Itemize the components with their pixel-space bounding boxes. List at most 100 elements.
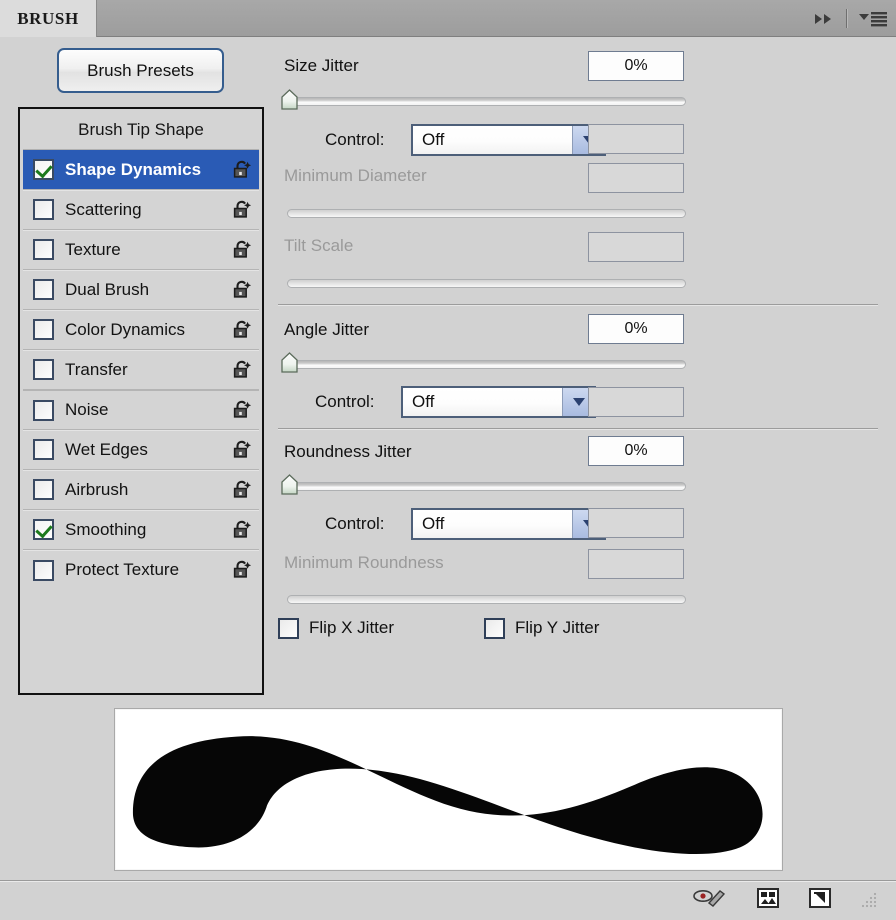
- brush-option-checkbox[interactable]: [33, 239, 54, 260]
- brush-option-row[interactable]: Texture: [23, 230, 259, 270]
- titlebar-controls: [813, 0, 888, 37]
- panel-titlebar: BRUSH: [0, 0, 896, 37]
- brush-option-row[interactable]: Wet Edges: [23, 430, 259, 470]
- size-jitter-slider-track[interactable]: [284, 97, 686, 106]
- brush-option-label: Transfer: [65, 359, 128, 379]
- flip-y-jitter-checkbox[interactable]: [484, 618, 505, 639]
- roundness-jitter-control-select[interactable]: Off: [411, 508, 606, 540]
- tilt-scale-label: Tilt Scale: [284, 236, 354, 255]
- brush-option-row[interactable]: Scattering: [23, 190, 259, 230]
- panel-bottom-bar: [0, 880, 896, 920]
- roundness-jitter-slider-thumb[interactable]: [281, 474, 298, 495]
- brush-option-checkbox[interactable]: [33, 359, 54, 380]
- minimum-diameter-value: [588, 163, 684, 193]
- toggle-live-tip-brush-preview-icon[interactable]: [693, 887, 727, 914]
- open-preset-manager-icon[interactable]: [757, 888, 779, 913]
- section-divider-1: [278, 304, 878, 305]
- brush-option-checkbox[interactable]: [33, 559, 54, 581]
- brush-option-row[interactable]: Color Dynamics: [23, 310, 259, 350]
- roundness-jitter-label: Roundness Jitter: [284, 442, 412, 461]
- brush-stroke-shape: [132, 736, 763, 855]
- brush-option-label: Dual Brush: [65, 279, 150, 299]
- tilt-scale-slider-track: [287, 279, 686, 288]
- roundness-jitter-slider-track[interactable]: [284, 482, 686, 491]
- flip-x-jitter-label: Flip X Jitter: [309, 618, 395, 637]
- brush-tip-shape-label: Brush Tip Shape: [78, 120, 204, 139]
- brush-option-label: Scattering: [65, 199, 142, 219]
- brush-option-row[interactable]: Airbrush: [23, 470, 259, 510]
- brush-option-row[interactable]: Transfer: [23, 350, 259, 390]
- resize-grip-icon[interactable]: [861, 892, 878, 909]
- brush-option-checkbox[interactable]: [33, 199, 54, 220]
- brush-tip-shape-row[interactable]: Brush Tip Shape: [23, 111, 259, 150]
- brush-option-row[interactable]: Shape Dynamics: [23, 150, 259, 190]
- unlocked-padlock-icon[interactable]: [232, 239, 253, 260]
- brush-option-checkbox[interactable]: [33, 519, 54, 540]
- unlocked-padlock-icon[interactable]: [232, 279, 253, 300]
- brush-option-label: Noise: [65, 400, 109, 419]
- bottom-bar-icons: [693, 887, 878, 914]
- unlocked-padlock-icon[interactable]: [232, 359, 253, 380]
- size-jitter-control-select[interactable]: Off: [411, 124, 606, 156]
- size-jitter-control-extra[interactable]: [588, 124, 684, 154]
- create-new-brush-icon[interactable]: [809, 888, 831, 913]
- brush-option-label: Protect Texture: [65, 560, 180, 579]
- brush-option-checkbox[interactable]: [33, 319, 54, 340]
- unlocked-padlock-icon[interactable]: [232, 439, 253, 460]
- size-jitter-slider-thumb[interactable]: [281, 89, 298, 110]
- brush-options-list: Brush Tip Shape Shape Dynamics Scattering…: [18, 107, 264, 695]
- roundness-jitter-value[interactable]: 0%: [588, 436, 684, 466]
- minimum-roundness-slider-track: [287, 595, 686, 604]
- brush-option-label: Smoothing: [65, 519, 147, 539]
- flip-y-jitter-label: Flip Y Jitter: [515, 618, 600, 637]
- brush-option-checkbox[interactable]: [33, 399, 54, 421]
- unlocked-padlock-icon[interactable]: [232, 319, 253, 340]
- angle-jitter-label: Angle Jitter: [284, 320, 370, 339]
- brush-option-checkbox[interactable]: [33, 479, 54, 500]
- minimum-roundness-label: Minimum Roundness: [284, 553, 444, 572]
- angle-jitter-slider-thumb[interactable]: [281, 352, 298, 373]
- brush-option-row[interactable]: Dual Brush: [23, 270, 259, 310]
- unlocked-padlock-icon[interactable]: [232, 400, 253, 421]
- minimum-diameter-label: Minimum Diameter: [284, 166, 427, 185]
- unlocked-padlock-icon[interactable]: [232, 479, 253, 500]
- brush-option-label: Wet Edges: [65, 439, 148, 459]
- roundness-jitter-control-value: Off: [422, 514, 445, 533]
- section-divider-2: [278, 428, 878, 429]
- brush-option-row[interactable]: Noise: [23, 390, 259, 430]
- brush-presets-button[interactable]: Brush Presets: [57, 48, 224, 93]
- brush-option-label: Airbrush: [65, 479, 129, 499]
- panel-menu-icon[interactable]: [858, 10, 888, 27]
- brush-option-checkbox[interactable]: [33, 439, 54, 460]
- brush-option-label: Color Dynamics: [65, 319, 185, 339]
- tab-brush[interactable]: BRUSH: [0, 0, 97, 37]
- brush-option-label: Shape Dynamics: [65, 159, 202, 179]
- angle-jitter-control-extra[interactable]: [588, 387, 684, 417]
- flip-x-jitter-checkbox[interactable]: [278, 618, 299, 639]
- brush-option-checkbox[interactable]: [33, 279, 54, 300]
- tab-brush-label: BRUSH: [17, 8, 79, 28]
- angle-jitter-slider-track[interactable]: [284, 360, 686, 369]
- brush-option-row[interactable]: Smoothing: [23, 510, 259, 550]
- roundness-jitter-control-label: Control:: [325, 514, 385, 533]
- unlocked-padlock-icon[interactable]: [232, 519, 253, 540]
- size-jitter-value[interactable]: 0%: [588, 51, 684, 81]
- brush-option-checkbox[interactable]: [33, 159, 54, 180]
- double-right-arrow-icon[interactable]: [813, 11, 835, 27]
- minimum-roundness-value: [588, 549, 684, 579]
- brush-option-row[interactable]: Protect Texture: [23, 550, 259, 590]
- unlocked-padlock-icon[interactable]: [232, 560, 253, 581]
- angle-jitter-value[interactable]: 0%: [588, 314, 684, 344]
- size-jitter-control-label: Control:: [325, 130, 385, 149]
- unlocked-padlock-icon[interactable]: [232, 199, 253, 220]
- brush-panel: BRUSH Brush Presets Brush Tip Shape Shap…: [0, 0, 896, 920]
- brush-presets-label: Brush Presets: [87, 60, 194, 80]
- roundness-jitter-control-extra[interactable]: [588, 508, 684, 538]
- minimum-diameter-slider-track: [287, 209, 686, 218]
- brush-stroke-preview: [114, 708, 783, 871]
- unlocked-padlock-icon[interactable]: [232, 159, 253, 180]
- tilt-scale-value: [588, 232, 684, 262]
- angle-jitter-control-label: Control:: [315, 392, 375, 411]
- angle-jitter-control-select[interactable]: Off: [401, 386, 596, 418]
- brush-option-label: Texture: [65, 239, 121, 259]
